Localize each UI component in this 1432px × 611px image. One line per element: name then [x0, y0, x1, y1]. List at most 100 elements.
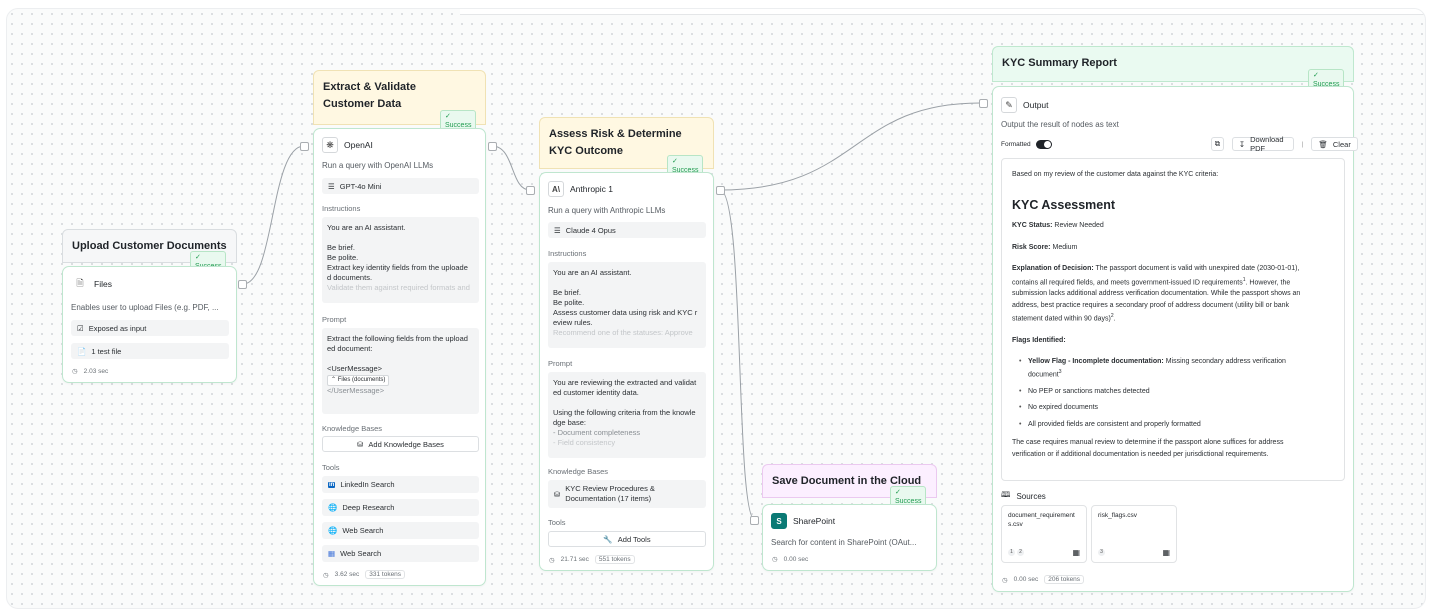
flag-item: No expired documents	[1012, 402, 1334, 414]
instructions-field[interactable]: You are an AI assistant. Be brief. Be po…	[548, 262, 706, 348]
node-card[interactable]: ✎ Output Output the result of nodes as t…	[992, 86, 1358, 592]
model-selector[interactable]: ☰ Claude 4 Opus	[548, 222, 706, 238]
source-card[interactable]: risk_flags.csv 3 ▦	[1091, 505, 1177, 563]
database-icon: ⛁	[357, 439, 364, 449]
card-title: Files	[94, 279, 112, 289]
run-meta: ◷ 0.00 sec 206 tokens	[1002, 575, 1085, 584]
test-file-item[interactable]: 📄 1 test file	[71, 343, 229, 359]
globe-icon: 🌐	[328, 526, 338, 535]
table-icon: ▦	[1162, 548, 1170, 557]
clock-icon: ◷	[549, 556, 555, 564]
toolbar-divider: |	[1301, 140, 1304, 148]
card-title: OpenAI	[344, 140, 373, 150]
tool-linkedin-search[interactable]: in LinkedIn Search	[322, 476, 479, 493]
card-title: Anthropic 1	[570, 184, 613, 194]
instructions-label: Instructions	[548, 249, 587, 258]
node-title-line1: Extract & Validate	[323, 81, 416, 93]
exposed-as-input[interactable]: ☑ Exposed as input	[71, 320, 229, 336]
explanation: Explanation of Decision: The passport do…	[1012, 265, 1301, 323]
source-card[interactable]: document_requirement s.csv 12 ▦	[1001, 505, 1087, 563]
risk-score: Risk Score: Medium	[1012, 243, 1078, 251]
kb-kyc-review-procedures[interactable]: ⛁ KYC Review Procedures & Documentation …	[548, 480, 706, 508]
node-title-line1: Assess Risk & Determine	[549, 128, 682, 140]
report-heading: KYC Assessment	[1012, 197, 1116, 212]
tools-label: Tools	[548, 518, 566, 527]
sharepoint-icon: S	[771, 513, 787, 529]
output-handle[interactable]	[238, 280, 247, 289]
flag-item: Yellow Flag - Incomplete documentation: …	[1012, 356, 1334, 381]
node-header[interactable]: KYC Summary Report	[992, 46, 1354, 82]
tool-deep-research[interactable]: 🌐 Deep Research	[322, 499, 479, 516]
output-handle[interactable]	[716, 186, 725, 195]
copy-button[interactable]: ⧉	[1211, 137, 1224, 151]
report-closing: The case requires manual review to deter…	[1012, 439, 1284, 458]
formatted-toggle[interactable]: Formatted	[1001, 140, 1052, 149]
node-card[interactable]: ❋ OpenAI Run a query with OpenAI LLMs ☰ …	[313, 128, 486, 586]
document-icon: 📄	[77, 346, 87, 356]
anthropic-icon: A\	[548, 181, 564, 197]
pencil-icon: ✎	[1001, 97, 1017, 113]
add-knowledge-bases-button[interactable]: ⛁ Add Knowledge Bases	[322, 436, 479, 452]
toggle-switch[interactable]	[1035, 140, 1052, 149]
input-handle[interactable]	[526, 186, 535, 195]
node-description: Run a query with OpenAI LLMs	[322, 161, 434, 170]
add-tools-button[interactable]: 🔧 Add Tools	[548, 531, 706, 547]
prompt-field[interactable]: You are reviewing the extracted and vali…	[548, 372, 706, 458]
files-variable-chip[interactable]: ⌃ Files (documents)	[327, 375, 390, 386]
tool-web-search-2[interactable]: ▦ Web Search	[322, 545, 479, 562]
tool-web-search[interactable]: 🌐 Web Search	[322, 522, 479, 539]
output-handle[interactable]	[488, 142, 497, 151]
card-title: SharePoint	[793, 516, 836, 526]
instructions-field[interactable]: You are an AI assistant. Be brief. Be po…	[322, 217, 479, 303]
clock-icon: ◷	[772, 556, 778, 563]
clear-button[interactable]: 🗑 Clear	[1311, 137, 1358, 151]
tools-label: Tools	[322, 463, 340, 472]
knowledge-bases-label: Knowledge Bases	[548, 467, 609, 476]
layers-icon: ☰	[328, 181, 335, 191]
clock-icon: ◷	[1002, 576, 1008, 584]
table-icon: ▦	[1072, 548, 1080, 557]
output-toolbar: ⧉ ↧ Download PDF | 🗑 Clear	[1211, 135, 1358, 153]
sources-header: 🕮 Sources	[1001, 489, 1046, 503]
input-handle[interactable]	[300, 142, 309, 151]
run-meta: ◷ 2.03 sec	[72, 367, 109, 376]
output-text-panel[interactable]: Based on my review of the customer data …	[1001, 158, 1345, 481]
flag-item: All provided fields are consistent and p…	[1012, 419, 1334, 431]
input-handle[interactable]	[750, 516, 759, 525]
report-intro: Based on my review of the customer data …	[1012, 171, 1219, 178]
database-icon: ⛁	[554, 489, 561, 499]
node-card[interactable]: 🗎 Files Enables user to upload Files (e.…	[62, 266, 237, 383]
node-description: Enables user to upload Files (e.g. PDF, …	[71, 303, 219, 312]
kyc-status: KYC Status: Review Needed	[1012, 222, 1104, 229]
node-title: KYC Summary Report	[1002, 57, 1117, 69]
clock-icon: ◷	[323, 571, 329, 579]
source-refs: 3	[1098, 547, 1107, 556]
web-icon: ▦	[328, 549, 336, 558]
node-description: Run a query with Anthropic LLMs	[548, 206, 666, 215]
prompt-label: Prompt	[548, 359, 573, 368]
globe-icon: 🌐	[328, 503, 338, 512]
flag-item: No PEP or sanctions matches detected	[1012, 386, 1334, 398]
trash-icon: 🗑	[1318, 139, 1328, 149]
model-selector[interactable]: ☰ GPT-4o Mini	[322, 178, 479, 194]
clock-icon: ◷	[72, 368, 78, 375]
top-toolbar-edge	[460, 9, 1425, 15]
book-icon: 🕮	[1001, 490, 1011, 499]
copy-icon: ⧉	[1214, 139, 1221, 148]
input-handle[interactable]	[979, 99, 988, 108]
prompt-field[interactable]: Extract the following fields from the up…	[322, 328, 479, 414]
knowledge-bases-label: Knowledge Bases	[322, 424, 383, 433]
prompt-label: Prompt	[322, 315, 347, 324]
card-title: Output	[1023, 100, 1049, 110]
node-description: Search for content in SharePoint (OAut..…	[771, 538, 917, 547]
download-icon: ↧	[1238, 139, 1246, 149]
linkedin-icon: in	[328, 481, 336, 488]
openai-icon: ❋	[322, 137, 338, 153]
node-card[interactable]: A\ Anthropic 1 Run a query with Anthropi…	[539, 172, 714, 571]
node-card[interactable]: S SharePoint Search for content in Share…	[762, 504, 937, 571]
run-meta: ◷ 0.00 sec	[772, 555, 809, 564]
source-refs: 12	[1008, 547, 1026, 556]
download-pdf-button[interactable]: ↧ Download PDF	[1231, 135, 1294, 153]
flags-label: Flags Identified:	[1012, 337, 1066, 345]
instructions-label: Instructions	[322, 204, 361, 213]
